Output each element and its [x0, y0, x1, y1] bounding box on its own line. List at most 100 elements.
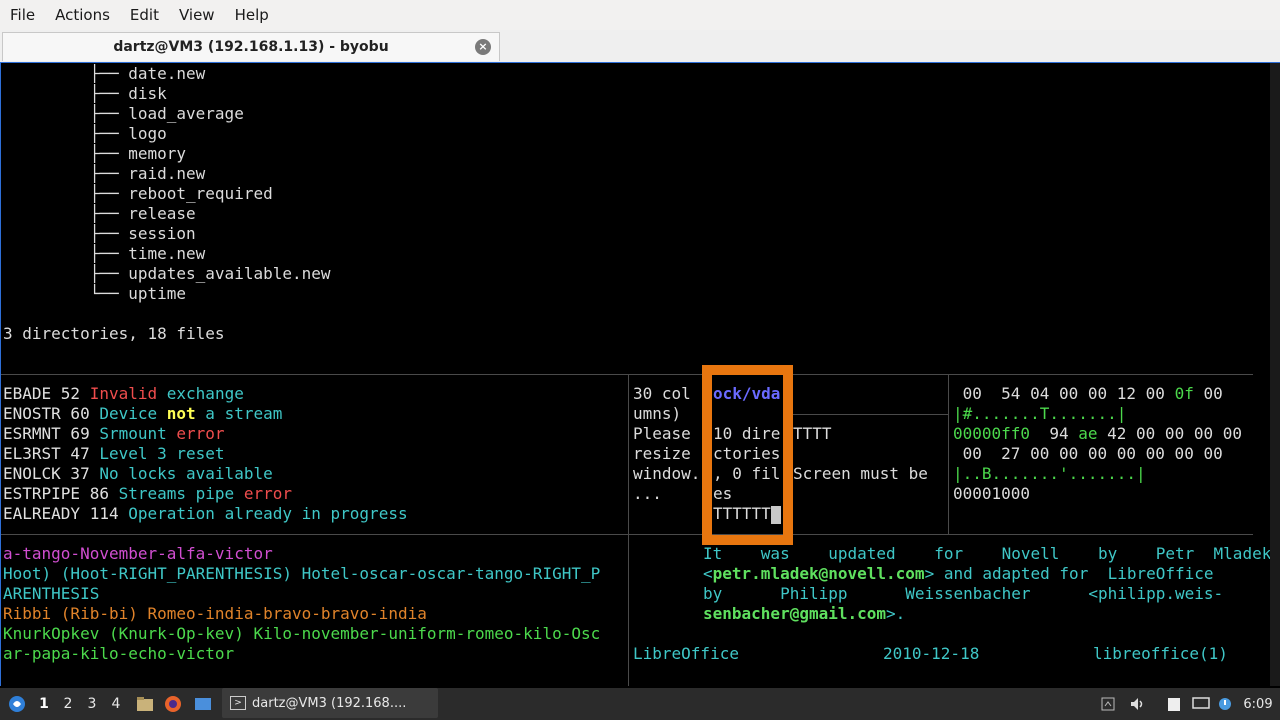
- tiny-pane-prompt: TTTTTT: [713, 504, 781, 524]
- error-code: EBADE 52: [3, 384, 90, 403]
- error-desc: Level 3 reset: [99, 444, 225, 463]
- error-code: ESTRPIPE 86: [3, 484, 119, 503]
- hex-highlight: 00000ff0: [953, 424, 1031, 443]
- workspace-3[interactable]: 3: [80, 696, 104, 712]
- file-manager-icon[interactable]: [134, 688, 156, 720]
- manpage-email[interactable]: senbacher@gmail.com: [703, 604, 886, 623]
- tree-line: ├── date.new: [3, 64, 206, 83]
- hex-highlight: |..B.......'.......|: [953, 464, 1146, 483]
- error-code: EALREADY 114: [3, 504, 129, 523]
- tray-arrow-icon[interactable]: [1096, 688, 1120, 720]
- tree-line: ├── session: [3, 224, 196, 243]
- phonetic-line: Hoot) (Hoot-RIGHT_PARENTHESIS) Hotel-osc…: [3, 564, 601, 583]
- menu-item-help[interactable]: Help: [225, 6, 279, 24]
- hex-bytes: 94: [1030, 424, 1079, 443]
- hex-bytes: 00 27 00 00 00 00 00 00 00: [953, 444, 1223, 463]
- manpage-line: <petr.mladek@novell.com> and adapted for…: [703, 564, 1214, 584]
- tree-line: ├── raid.new: [3, 164, 206, 183]
- tiny-pane-header: ock/vda: [713, 384, 781, 403]
- pane-divider-top: [1, 374, 1253, 375]
- clock[interactable]: 6:09: [1240, 688, 1276, 720]
- terminal-icon: >: [230, 696, 246, 710]
- phonetic-line: a-tango-November-alfa-victor: [3, 544, 273, 563]
- terminal-area[interactable]: ├── date.new ├── disk ├── load_average ├…: [0, 62, 1280, 686]
- hex-line: |#.......T.......|: [953, 404, 1126, 424]
- error-code: ESRMNT 69: [3, 424, 100, 443]
- desktop-icon[interactable]: [192, 688, 214, 720]
- volume-icon[interactable]: [1126, 688, 1150, 720]
- manpage-email[interactable]: petr.mladek@novell.com: [713, 564, 925, 583]
- tree-line: ├── load_average: [3, 104, 244, 123]
- hex-line: 00 54 04 00 00 12 00 0f 00: [953, 384, 1223, 404]
- hex-line: 00 27 00 00 00 00 00 00 00: [953, 444, 1223, 464]
- update-notification-icon[interactable]: [1214, 688, 1236, 720]
- resize-line: ...: [633, 484, 662, 503]
- hex-highlight: |#.......T.......|: [953, 404, 1127, 423]
- error-code-line: ENOLCK 37 No locks available: [3, 464, 273, 484]
- manpage-bracket: <: [703, 564, 713, 583]
- hex-bytes: 00001000: [953, 484, 1031, 503]
- pane-divider-vertical: [628, 374, 629, 686]
- taskbar-terminal[interactable]: > dartz@VM3 (192.168....: [222, 688, 438, 718]
- scrollbar[interactable]: [1270, 63, 1280, 686]
- clipboard-icon[interactable]: [1162, 688, 1186, 720]
- resize-line: umns): [633, 404, 682, 423]
- error-desc: Srmount: [99, 424, 177, 443]
- tree-line: ├── logo: [3, 124, 167, 143]
- resize-line: resize: [633, 444, 691, 463]
- tiny-pane-line: ctories: [713, 444, 781, 463]
- phonetic-line: Ribbi (Rib-bi) Romeo-india-bravo-bravo-i…: [3, 604, 427, 623]
- error-desc: Invalid: [89, 384, 158, 403]
- menu-item-edit[interactable]: Edit: [120, 6, 169, 24]
- resize-line: Please: [633, 424, 691, 443]
- close-icon[interactable]: ×: [475, 39, 491, 55]
- workspace-2[interactable]: 2: [56, 696, 80, 712]
- start-menu-icon[interactable]: [4, 688, 30, 720]
- error-desc: error: [176, 424, 225, 443]
- error-code-line: ESRMNT 69 Srmount error: [3, 424, 225, 444]
- screen-message-line: TTTT: [793, 424, 832, 443]
- menu-item-view[interactable]: View: [169, 6, 225, 24]
- tree-line: └── uptime: [3, 284, 187, 303]
- tiny-pane-line: , 0 fil: [713, 464, 781, 483]
- error-desc: Streams pipe: [118, 484, 244, 503]
- error-desc: a stream: [195, 404, 283, 423]
- menu-item-file[interactable]: File: [0, 6, 45, 24]
- tree-line: ├── release: [3, 204, 196, 223]
- phonetic-line: ar-papa-kilo-echo-victor: [3, 644, 235, 663]
- error-code-line: ESTRPIPE 86 Streams pipe error: [3, 484, 292, 504]
- workspace-1[interactable]: 1: [32, 696, 56, 712]
- hex-line: |..B.......'.......|: [953, 464, 1146, 484]
- menu-item-actions[interactable]: Actions: [45, 6, 120, 24]
- menu-bar: File Actions Edit View Help: [0, 0, 1280, 30]
- workspace-switcher[interactable]: 1234: [32, 688, 128, 720]
- cursor: [770, 505, 781, 524]
- tree-line: ├── time.new: [3, 244, 206, 263]
- error-desc: Operation already in progress: [128, 504, 408, 523]
- hex-line: 00001000: [953, 484, 1030, 504]
- workspace-4[interactable]: 4: [104, 696, 128, 712]
- hex-highlight: 0f: [1174, 384, 1194, 403]
- error-desc: error: [243, 484, 292, 503]
- error-code-line: ENOSTR 60 Device not a stream: [3, 404, 282, 424]
- manpage-footer-date: 2010-12-18: [883, 644, 980, 663]
- tiny-pane-line: 10 dire: [713, 424, 781, 443]
- resize-line: window.: [633, 464, 701, 483]
- display-icon[interactable]: [1188, 688, 1214, 720]
- tree-line: ├── disk: [3, 84, 167, 103]
- phonetic-line: KnurkOpkev (Knurk-Op-kev) Kilo-november-…: [3, 624, 601, 643]
- error-desc: Device: [99, 404, 167, 423]
- error-code-line: EBADE 52 Invalid exchange: [3, 384, 244, 404]
- tab-terminal[interactable]: dartz@VM3 (192.168.1.13) - byobu ×: [2, 32, 500, 61]
- firefox-icon[interactable]: [162, 688, 184, 720]
- error-desc: No locks available: [99, 464, 273, 483]
- hex-bytes: 00 54 04 00 00 12 00: [953, 384, 1175, 403]
- manpage-line: It was updated for Novell by Petr Mladek: [703, 544, 1272, 563]
- prompt-text: TTTTTT: [713, 504, 771, 523]
- hex-bytes: 00: [1193, 384, 1223, 403]
- taskbar-terminal-label: dartz@VM3 (192.168....: [252, 695, 407, 711]
- hex-highlight: ae: [1078, 424, 1098, 443]
- hex-line: 00000ff0 94 ae 42 00 00 00 00: [953, 424, 1242, 444]
- tree-line: ├── memory: [3, 144, 187, 163]
- tree-line: ├── updates_available.new: [3, 264, 331, 283]
